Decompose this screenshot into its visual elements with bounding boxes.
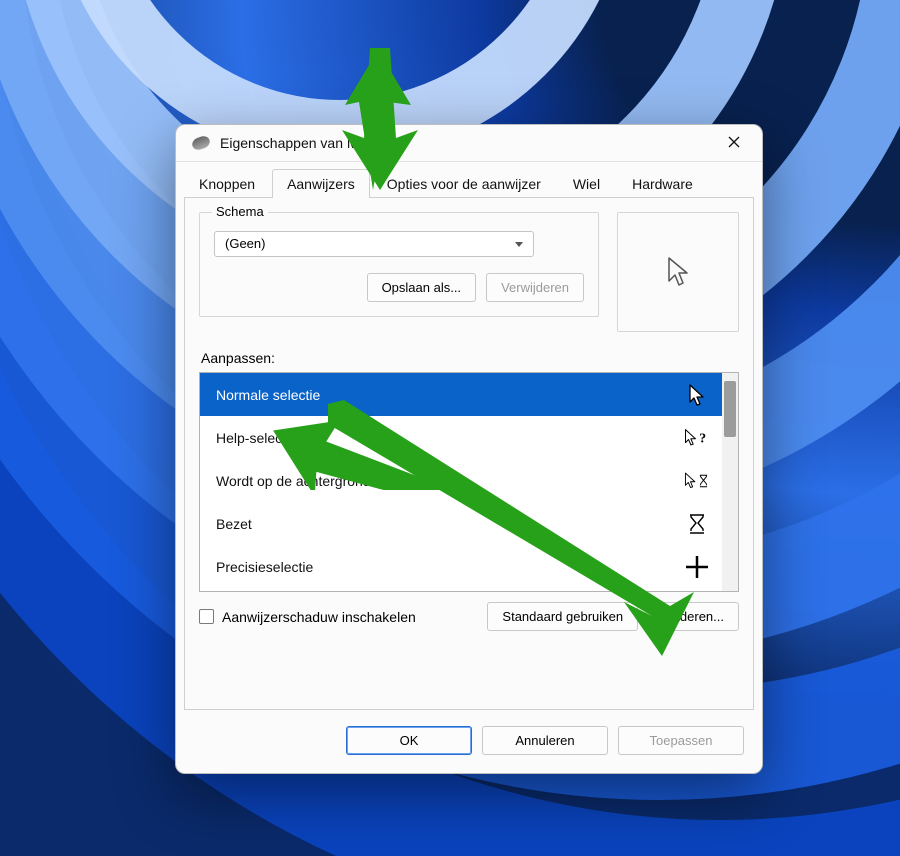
- close-button[interactable]: [712, 126, 756, 158]
- cancel-button[interactable]: Annuleren: [482, 726, 608, 755]
- pointer-preview: [617, 212, 739, 332]
- cursor-busy-icon: [684, 511, 710, 537]
- delete-button[interactable]: Verwijderen: [486, 273, 584, 302]
- scrollbar-thumb[interactable]: [724, 381, 736, 437]
- tab-panel-aanwijzers: Schema (Geen) Opslaan als... Verwijderen…: [184, 198, 754, 710]
- titlebar[interactable]: Eigenschappen van Muis: [176, 125, 762, 162]
- list-item-label: Bezet: [216, 516, 252, 532]
- tab-knoppen[interactable]: Knoppen: [184, 169, 270, 198]
- cursor-cross-icon: [684, 554, 710, 580]
- tab-wiel[interactable]: Wiel: [558, 169, 615, 198]
- mouse-icon: [190, 134, 211, 151]
- list-item-label: Normale selectie: [216, 387, 320, 403]
- ok-button[interactable]: OK: [346, 726, 472, 755]
- list-item-label: Precisieselectie: [216, 559, 313, 575]
- list-item-help-selection[interactable]: Help-selectie ?: [200, 416, 722, 459]
- save-as-button[interactable]: Opslaan als...: [367, 273, 477, 302]
- tabs: Knoppen Aanwijzers Opties voor de aanwij…: [184, 168, 754, 198]
- cursor-help-icon: ?: [684, 425, 710, 451]
- cursor-working-icon: [684, 468, 710, 494]
- pointer-shadow-label: Aanwijzerschaduw inschakelen: [222, 609, 416, 625]
- mouse-properties-dialog: Eigenschappen van Muis Knoppen Aanwijzer…: [175, 124, 763, 774]
- list-item-precision[interactable]: Precisieselectie: [200, 545, 722, 588]
- list-item-label: Wordt op de achtergrond uitgevoerd: [216, 473, 440, 489]
- tab-aanwijzers[interactable]: Aanwijzers: [272, 169, 370, 198]
- dialog-footer: OK Annuleren Toepassen: [176, 710, 762, 773]
- window-title: Eigenschappen van Muis: [220, 135, 376, 151]
- schema-combobox[interactable]: (Geen): [214, 231, 534, 257]
- cursor-default-icon: [665, 257, 691, 287]
- list-item-label: Help-selectie: [216, 430, 297, 446]
- list-item-normal-selection[interactable]: Normale selectie: [200, 373, 722, 416]
- svg-text:?: ?: [699, 430, 706, 445]
- list-item-working-background[interactable]: Wordt op de achtergrond uitgevoerd: [200, 459, 722, 502]
- pointer-shadow-checkbox[interactable]: [199, 609, 214, 624]
- listbox-scrollbar[interactable]: [722, 373, 738, 591]
- tab-hardware[interactable]: Hardware: [617, 169, 708, 198]
- schema-legend: Schema: [212, 204, 268, 219]
- list-item-busy[interactable]: Bezet: [200, 502, 722, 545]
- use-default-button[interactable]: Standaard gebruiken: [487, 602, 638, 631]
- schema-value: (Geen): [225, 236, 265, 251]
- browse-button[interactable]: Bladeren...: [646, 602, 739, 631]
- cursor-default-icon: [684, 382, 710, 408]
- schema-group: Schema (Geen) Opslaan als... Verwijderen: [199, 212, 599, 317]
- tab-opties-aanwijzer[interactable]: Opties voor de aanwijzer: [372, 169, 556, 198]
- apply-button[interactable]: Toepassen: [618, 726, 744, 755]
- pointer-listbox[interactable]: Normale selectie Help-selectie ?: [199, 372, 739, 592]
- customize-label: Aanpassen:: [201, 350, 737, 366]
- close-icon: [728, 136, 740, 148]
